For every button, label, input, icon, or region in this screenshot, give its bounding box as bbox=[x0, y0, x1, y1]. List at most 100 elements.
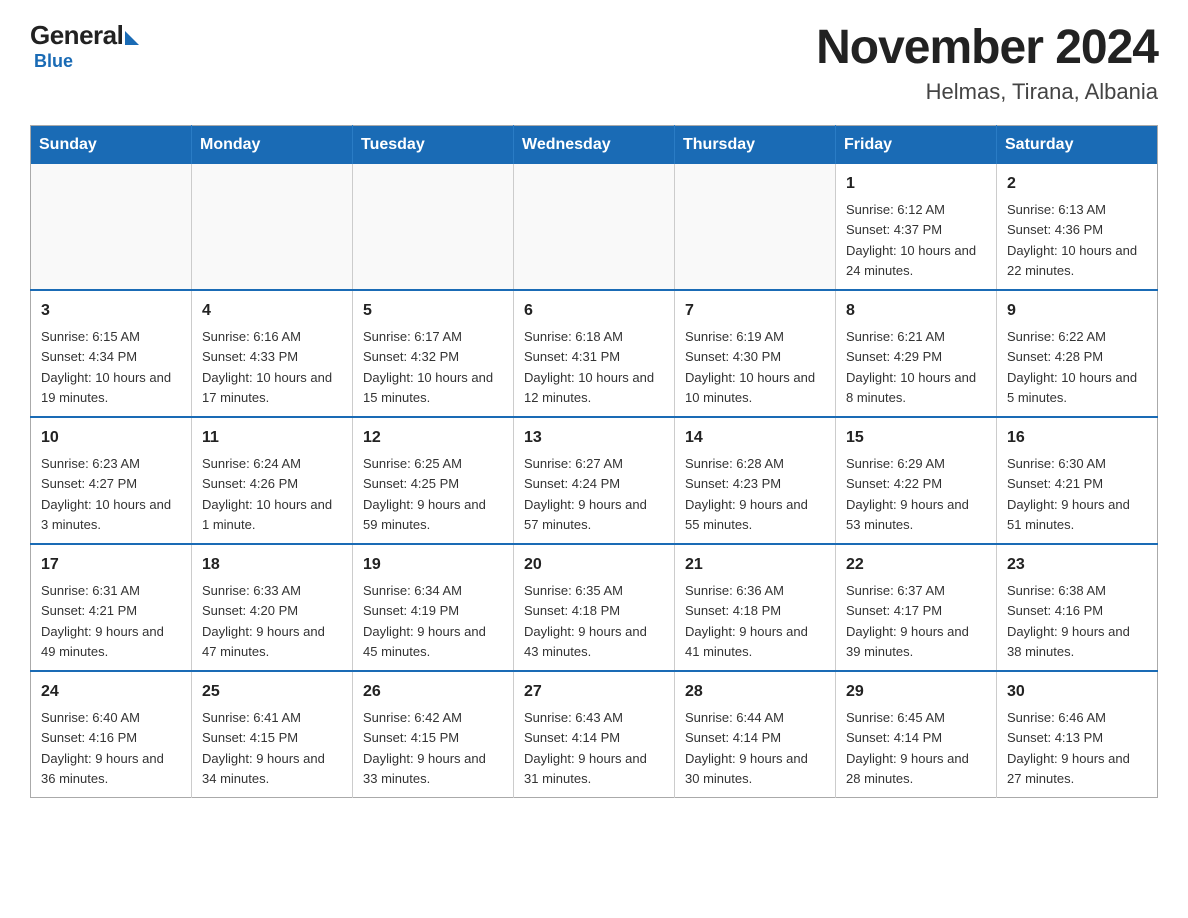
calendar-cell: 3Sunrise: 6:15 AMSunset: 4:34 PMDaylight… bbox=[31, 290, 192, 417]
day-info: Sunrise: 6:42 AMSunset: 4:15 PMDaylight:… bbox=[363, 710, 486, 786]
calendar-cell: 5 Sunrise: 6:17 AMSunset: 4:32 PMDaylight… bbox=[353, 290, 514, 417]
calendar-cell: 29 Sunrise: 6:45 AMSunset: 4:14 PMDayligh… bbox=[836, 671, 997, 798]
calendar-cell: 24Sunrise: 6:40 AMSunset: 4:16 PMDayligh… bbox=[31, 671, 192, 798]
logo-arrow-icon bbox=[125, 31, 139, 45]
header-saturday: Saturday bbox=[997, 126, 1158, 165]
week-row-3: 10 Sunrise: 6:23 AMSunset: 4:27 PMDayligh… bbox=[31, 417, 1158, 544]
day-number: 11 bbox=[202, 426, 342, 450]
day-number: 20 bbox=[524, 553, 664, 577]
calendar-cell: 22Sunrise: 6:37 AMSunset: 4:17 PMDayligh… bbox=[836, 544, 997, 671]
day-info: Sunrise: 6:17 AMSunset: 4:32 PMDaylight:… bbox=[363, 329, 493, 405]
day-info: Sunrise: 6:44 AMSunset: 4:14 PMDaylight:… bbox=[685, 710, 808, 786]
logo: General Blue bbox=[30, 20, 139, 72]
calendar-cell: 26 Sunrise: 6:42 AMSunset: 4:15 PMDayligh… bbox=[353, 671, 514, 798]
day-number: 17 bbox=[41, 553, 181, 577]
calendar-cell: 19 Sunrise: 6:34 AMSunset: 4:19 PMDayligh… bbox=[353, 544, 514, 671]
day-info: Sunrise: 6:22 AMSunset: 4:28 PMDaylight:… bbox=[1007, 329, 1137, 405]
day-info: Sunrise: 6:31 AMSunset: 4:21 PMDaylight:… bbox=[41, 583, 164, 659]
header-sunday: Sunday bbox=[31, 126, 192, 165]
day-info: Sunrise: 6:33 AMSunset: 4:20 PMDaylight:… bbox=[202, 583, 325, 659]
calendar-cell: 20 Sunrise: 6:35 AMSunset: 4:18 PMDayligh… bbox=[514, 544, 675, 671]
week-row-1: 1 Sunrise: 6:12 AMSunset: 4:37 PMDaylight… bbox=[31, 164, 1158, 290]
calendar-cell: 17 Sunrise: 6:31 AMSunset: 4:21 PMDayligh… bbox=[31, 544, 192, 671]
day-number: 4 bbox=[202, 299, 342, 323]
day-number: 16 bbox=[1007, 426, 1147, 450]
day-info: Sunrise: 6:34 AMSunset: 4:19 PMDaylight:… bbox=[363, 583, 486, 659]
day-number: 6 bbox=[524, 299, 664, 323]
day-info: Sunrise: 6:27 AMSunset: 4:24 PMDaylight:… bbox=[524, 456, 647, 532]
day-info: Sunrise: 6:40 AMSunset: 4:16 PMDaylight:… bbox=[41, 710, 164, 786]
calendar-cell: 12Sunrise: 6:25 AMSunset: 4:25 PMDayligh… bbox=[353, 417, 514, 544]
day-number: 9 bbox=[1007, 299, 1147, 323]
day-info: Sunrise: 6:28 AMSunset: 4:23 PMDaylight:… bbox=[685, 456, 808, 532]
day-number: 21 bbox=[685, 553, 825, 577]
day-number: 14 bbox=[685, 426, 825, 450]
day-info: Sunrise: 6:24 AMSunset: 4:26 PMDaylight:… bbox=[202, 456, 332, 532]
day-number: 2 bbox=[1007, 172, 1147, 196]
day-number: 5 bbox=[363, 299, 503, 323]
calendar-cell: 13 Sunrise: 6:27 AMSunset: 4:24 PMDayligh… bbox=[514, 417, 675, 544]
day-number: 22 bbox=[846, 553, 986, 577]
calendar-cell: 15 Sunrise: 6:29 AMSunset: 4:22 PMDayligh… bbox=[836, 417, 997, 544]
day-number: 27 bbox=[524, 680, 664, 704]
day-number: 12 bbox=[363, 426, 503, 450]
day-info: Sunrise: 6:46 AMSunset: 4:13 PMDaylight:… bbox=[1007, 710, 1130, 786]
day-info: Sunrise: 6:35 AMSunset: 4:18 PMDaylight:… bbox=[524, 583, 647, 659]
day-number: 29 bbox=[846, 680, 986, 704]
calendar-cell: 23 Sunrise: 6:38 AMSunset: 4:16 PMDayligh… bbox=[997, 544, 1158, 671]
title-section: November 2024 Helmas, Tirana, Albania bbox=[816, 20, 1158, 105]
calendar-cell: 9 Sunrise: 6:22 AMSunset: 4:28 PMDaylight… bbox=[997, 290, 1158, 417]
calendar-header: Sunday Monday Tuesday Wednesday Thursday… bbox=[31, 126, 1158, 165]
day-info: Sunrise: 6:16 AMSunset: 4:33 PMDaylight:… bbox=[202, 329, 332, 405]
header-monday: Monday bbox=[192, 126, 353, 165]
main-title: November 2024 bbox=[816, 20, 1158, 75]
calendar-cell: 6 Sunrise: 6:18 AMSunset: 4:31 PMDaylight… bbox=[514, 290, 675, 417]
day-number: 7 bbox=[685, 299, 825, 323]
day-info: Sunrise: 6:19 AMSunset: 4:30 PMDaylight:… bbox=[685, 329, 815, 405]
day-number: 13 bbox=[524, 426, 664, 450]
calendar-cell: 7 Sunrise: 6:19 AMSunset: 4:30 PMDaylight… bbox=[675, 290, 836, 417]
day-number: 25 bbox=[202, 680, 342, 704]
header-thursday: Thursday bbox=[675, 126, 836, 165]
calendar-cell: 30 Sunrise: 6:46 AMSunset: 4:13 PMDayligh… bbox=[997, 671, 1158, 798]
day-info: Sunrise: 6:23 AMSunset: 4:27 PMDaylight:… bbox=[41, 456, 171, 532]
day-number: 10 bbox=[41, 426, 181, 450]
calendar-cell: 27 Sunrise: 6:43 AMSunset: 4:14 PMDayligh… bbox=[514, 671, 675, 798]
calendar-cell: 2 Sunrise: 6:13 AMSunset: 4:36 PMDaylight… bbox=[997, 164, 1158, 290]
calendar-cell: 10 Sunrise: 6:23 AMSunset: 4:27 PMDayligh… bbox=[31, 417, 192, 544]
day-number: 19 bbox=[363, 553, 503, 577]
day-number: 1 bbox=[846, 172, 986, 196]
day-info: Sunrise: 6:21 AMSunset: 4:29 PMDaylight:… bbox=[846, 329, 976, 405]
day-info: Sunrise: 6:29 AMSunset: 4:22 PMDaylight:… bbox=[846, 456, 969, 532]
calendar-cell: 18 Sunrise: 6:33 AMSunset: 4:20 PMDayligh… bbox=[192, 544, 353, 671]
calendar-cell bbox=[192, 164, 353, 290]
day-number: 28 bbox=[685, 680, 825, 704]
calendar-cell: 8Sunrise: 6:21 AMSunset: 4:29 PMDaylight… bbox=[836, 290, 997, 417]
day-info: Sunrise: 6:41 AMSunset: 4:15 PMDaylight:… bbox=[202, 710, 325, 786]
day-number: 23 bbox=[1007, 553, 1147, 577]
day-info: Sunrise: 6:30 AMSunset: 4:21 PMDaylight:… bbox=[1007, 456, 1130, 532]
day-info: Sunrise: 6:45 AMSunset: 4:14 PMDaylight:… bbox=[846, 710, 969, 786]
calendar-cell bbox=[514, 164, 675, 290]
header-friday: Friday bbox=[836, 126, 997, 165]
calendar-cell bbox=[31, 164, 192, 290]
day-info: Sunrise: 6:43 AMSunset: 4:14 PMDaylight:… bbox=[524, 710, 647, 786]
calendar-cell: 1 Sunrise: 6:12 AMSunset: 4:37 PMDaylight… bbox=[836, 164, 997, 290]
calendar-cell: 16 Sunrise: 6:30 AMSunset: 4:21 PMDayligh… bbox=[997, 417, 1158, 544]
week-row-2: 3Sunrise: 6:15 AMSunset: 4:34 PMDaylight… bbox=[31, 290, 1158, 417]
day-number: 30 bbox=[1007, 680, 1147, 704]
calendar-cell: 4 Sunrise: 6:16 AMSunset: 4:33 PMDaylight… bbox=[192, 290, 353, 417]
calendar-cell: 21Sunrise: 6:36 AMSunset: 4:18 PMDayligh… bbox=[675, 544, 836, 671]
day-info: Sunrise: 6:38 AMSunset: 4:16 PMDaylight:… bbox=[1007, 583, 1130, 659]
day-info: Sunrise: 6:18 AMSunset: 4:31 PMDaylight:… bbox=[524, 329, 654, 405]
day-number: 18 bbox=[202, 553, 342, 577]
days-of-week-row: Sunday Monday Tuesday Wednesday Thursday… bbox=[31, 126, 1158, 165]
page-header: General Blue November 2024 Helmas, Tiran… bbox=[30, 20, 1158, 105]
subtitle: Helmas, Tirana, Albania bbox=[816, 79, 1158, 105]
day-info: Sunrise: 6:13 AMSunset: 4:36 PMDaylight:… bbox=[1007, 202, 1137, 278]
day-info: Sunrise: 6:12 AMSunset: 4:37 PMDaylight:… bbox=[846, 202, 976, 278]
day-number: 26 bbox=[363, 680, 503, 704]
day-number: 3 bbox=[41, 299, 181, 323]
day-number: 15 bbox=[846, 426, 986, 450]
calendar-table: Sunday Monday Tuesday Wednesday Thursday… bbox=[30, 125, 1158, 798]
